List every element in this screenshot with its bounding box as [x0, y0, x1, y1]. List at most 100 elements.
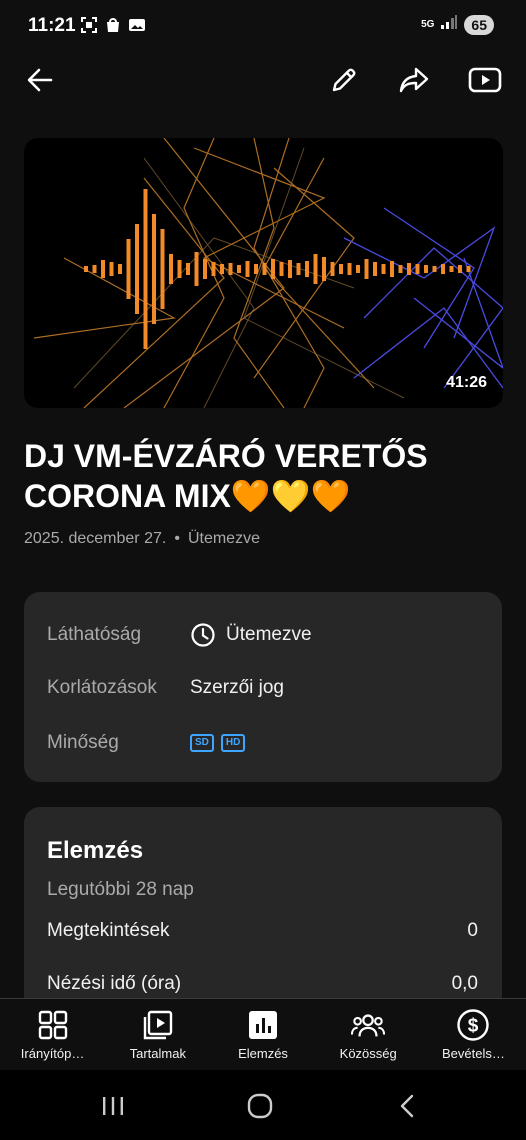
dashboard-icon [36, 1008, 70, 1042]
visibility-row[interactable]: Láthatóság Ütemezve [47, 622, 312, 648]
waveform-bar [322, 257, 326, 281]
waveform-bar [245, 261, 250, 277]
waveform-bar [449, 266, 454, 272]
waveform-bar [228, 263, 233, 275]
waveform-bar [373, 262, 377, 276]
system-navigation-bar [0, 1070, 526, 1140]
quality-badge-hd: HD [220, 734, 246, 752]
waveform-bar [126, 239, 131, 299]
waveform-bar [466, 266, 471, 272]
svg-text:$: $ [468, 1016, 479, 1037]
restrictions-value: Szerzői jog [190, 677, 284, 698]
recent-apps-button[interactable] [93, 1090, 133, 1122]
nav-item-earn[interactable]: $ Bevétels… [421, 999, 526, 1070]
nav-item-community[interactable]: Közösség [316, 999, 421, 1070]
meta-separator: • [174, 530, 180, 547]
waveform-bar [237, 265, 241, 273]
waveform-bar [169, 254, 173, 284]
analytics-card[interactable]: Elemzés Legutóbbi 28 nap Megtekintések 0… [24, 807, 502, 1027]
nav-item-dashboard[interactable]: Irányítóp… [0, 999, 105, 1070]
home-button[interactable] [240, 1090, 280, 1122]
waveform-bar [288, 260, 292, 278]
shopping-bag-icon [104, 16, 122, 34]
video-duration: 41:26 [446, 374, 487, 391]
waveform-bar [177, 260, 182, 278]
restrictions-row[interactable]: Korlátozások Szerzői jog [47, 677, 284, 699]
video-status: Ütemezve [187, 530, 260, 547]
chevron-left-icon [400, 1094, 414, 1118]
video-title: DJ VM-ÉVZÁRÓ VERETŐS CORONA MIX🧡💛🧡 [24, 438, 428, 514]
waveform-bar [305, 261, 309, 277]
waveform-bar [279, 262, 284, 276]
signal-icon [440, 14, 458, 35]
screenshot-icon [80, 16, 98, 34]
waveform-bar [424, 265, 428, 273]
video-details-card: Láthatóság Ütemezve Korlátozások Szerzői… [24, 592, 502, 782]
open-youtube-button[interactable] [463, 58, 507, 102]
visibility-label: Láthatóság [47, 624, 142, 645]
nav-item-content[interactable]: Tartalmak [105, 999, 210, 1070]
waveform-bar [441, 264, 445, 274]
waveform-bar [186, 263, 190, 275]
edit-button[interactable] [322, 58, 366, 102]
analytics-row-views: Megtekintések 0 [47, 920, 478, 942]
share-button[interactable] [392, 58, 436, 102]
nav-item-analytics[interactable]: Elemzés [210, 999, 315, 1070]
back-nav-button[interactable] [388, 1090, 428, 1122]
waveform-bar [254, 264, 258, 274]
waveform-bar [296, 263, 301, 275]
status-time: 11:21 [28, 15, 76, 36]
waveform-bar [381, 264, 386, 274]
gallery-icon [128, 16, 146, 34]
community-icon [351, 1008, 386, 1042]
video-thumbnail[interactable]: 41:26 [24, 138, 503, 408]
nav-label-analytics: Elemzés [238, 1046, 288, 1061]
watch-time-value: 0,0 [451, 973, 478, 994]
waveform-bar [407, 263, 411, 275]
waveform-bar [356, 265, 360, 273]
video-meta: 2025. december 27. • Ütemezve [24, 530, 260, 548]
recent-apps-icon [103, 1097, 123, 1115]
bottom-navigation: Irányítóp… Tartalmak Elemzés Közösség $ … [0, 998, 526, 1070]
earn-icon: $ [456, 1008, 490, 1042]
waveform-bar [160, 229, 165, 309]
waveform-bar [203, 259, 207, 279]
waveform-bar [347, 263, 352, 275]
pencil-icon [332, 68, 356, 92]
waveform-bar [330, 262, 335, 276]
waveform-bar [84, 266, 88, 272]
quality-row: Minőség SD HD [47, 732, 252, 754]
waveform-bar [271, 259, 275, 279]
analytics-icon [246, 1008, 280, 1042]
status-notification-icons [80, 16, 146, 34]
waveform-bar [220, 264, 224, 274]
waveform-bar [152, 214, 156, 324]
waveform-art [33, 138, 503, 408]
network-badge: 5G [421, 18, 435, 30]
waveform-bar [364, 259, 369, 279]
analytics-row-watch-time: Nézési idő (óra) 0,0 [47, 973, 478, 995]
waveform-bar [143, 189, 148, 349]
status-system-icons: 5G 65 [421, 14, 494, 35]
nav-label-content: Tartalmak [129, 1046, 186, 1061]
waveform-bar [262, 263, 267, 275]
waveform-bar [194, 252, 199, 286]
views-label: Megtekintések [47, 920, 170, 941]
waveform-bar [390, 261, 394, 277]
analytics-period: Legutóbbi 28 nap [47, 879, 194, 900]
youtube-icon [468, 67, 502, 93]
waveform-bar [398, 265, 403, 273]
video-date: 2025. december 27. [24, 530, 167, 547]
views-value: 0 [467, 920, 478, 941]
quality-badge-sd: SD [190, 734, 214, 752]
watch-time-label: Nézési idő (óra) [47, 973, 182, 994]
waveform-bar [135, 224, 139, 314]
waveform-bar [458, 265, 462, 273]
waveform-bar [211, 262, 216, 276]
nav-label-dashboard: Irányítóp… [20, 1046, 85, 1061]
status-bar: 11:21 5G 65 [0, 0, 526, 52]
back-arrow-icon [27, 68, 53, 92]
back-button[interactable] [18, 58, 62, 102]
clock-icon [191, 623, 215, 647]
quality-label: Minőség [47, 732, 119, 753]
